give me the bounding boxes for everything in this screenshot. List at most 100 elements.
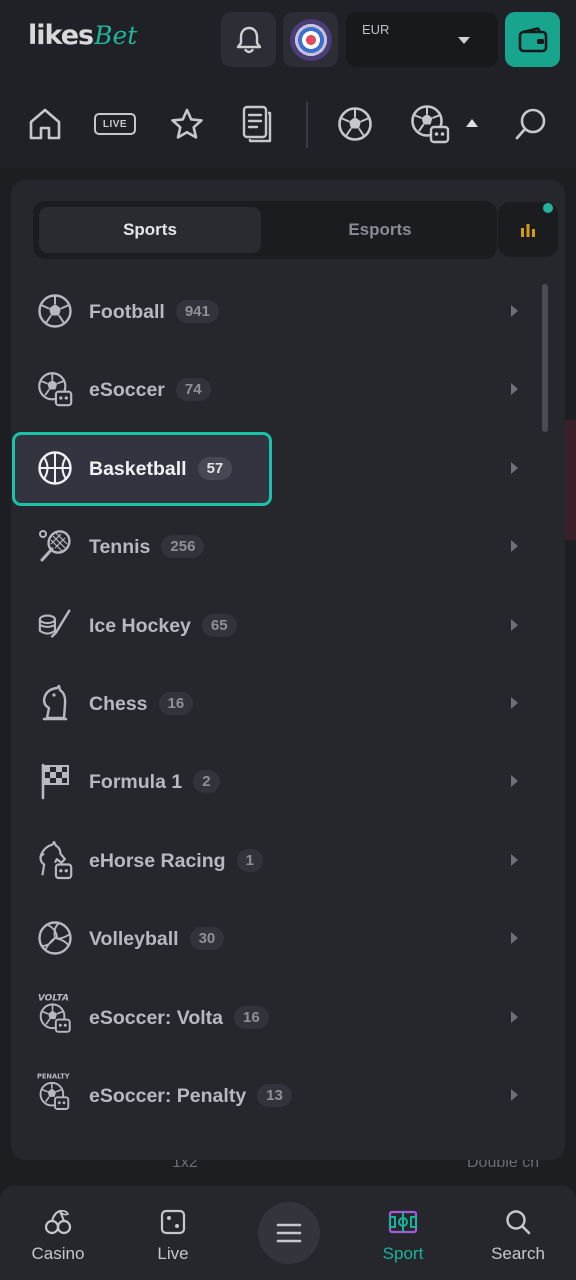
sports-dropdown-panel: Sports Esports Football 941 eSoccer 74 B… <box>11 180 565 1160</box>
home-icon <box>29 108 61 140</box>
sport-count: 16 <box>158 692 194 715</box>
chess-knight-icon <box>37 684 73 721</box>
sport-name: eSoccer: Penalty <box>89 1085 247 1107</box>
bottom-nav-label: Search <box>491 1244 545 1263</box>
esoccer-icon <box>37 371 73 407</box>
bottom-navigation: Casino Live Sport Search <box>0 1186 576 1280</box>
soccer-ball-icon <box>37 293 73 329</box>
bar-chart-icon <box>521 223 535 237</box>
notifications-button[interactable] <box>221 12 276 67</box>
bottom-nav-search[interactable]: Search <box>468 1206 568 1264</box>
sport-count: 941 <box>175 300 219 323</box>
nav-favorites[interactable] <box>166 104 208 144</box>
profile-avatar-button[interactable] <box>283 12 338 67</box>
live-icon-label: LIVE <box>102 118 128 130</box>
list-item-esoccer-penalty[interactable]: PENALTY eSoccer: Penalty 13 <box>11 1058 541 1132</box>
main-menu-button[interactable] <box>258 1202 320 1264</box>
sport-name: Chess <box>89 693 148 715</box>
nav-home[interactable] <box>24 104 66 144</box>
list-item-formula-1[interactable]: Formula 1 2 <box>11 744 541 818</box>
sport-name: Volleyball <box>89 928 179 950</box>
currency-select[interactable]: EUR <box>346 12 498 67</box>
chevron-up-icon[interactable] <box>466 119 478 127</box>
nav-football[interactable] <box>334 104 376 144</box>
app-root: likes Bet EUR LIVE 1x2 Double ch Sports … <box>0 0 576 1280</box>
sports-nav-row: LIVE <box>0 90 576 160</box>
basketball-icon <box>37 450 73 486</box>
bottom-nav-label: Sport <box>382 1244 424 1263</box>
live-icon: LIVE <box>94 113 136 135</box>
sport-name: Basketball <box>89 458 187 480</box>
checkered-flag-icon <box>37 763 73 800</box>
search-icon <box>468 1206 568 1238</box>
search-icon <box>515 108 546 140</box>
sport-name: Tennis <box>89 536 151 558</box>
sport-name: Ice Hockey <box>89 615 191 637</box>
background-event-strip <box>565 420 576 540</box>
soccer-ball-icon <box>338 107 372 141</box>
sport-count: 256 <box>161 535 205 558</box>
nav-divider <box>306 102 308 148</box>
wallet-button[interactable] <box>505 12 560 67</box>
chevron-down-icon <box>458 37 470 44</box>
list-item-esoccer[interactable]: eSoccer 74 <box>11 352 541 426</box>
tab-sports[interactable]: Sports <box>39 207 261 253</box>
chevron-right-icon <box>511 540 518 552</box>
list-item-football[interactable]: Football 941 <box>11 274 541 348</box>
nav-search[interactable] <box>510 104 552 144</box>
esoccer-icon <box>411 105 450 144</box>
sport-count: 65 <box>201 614 237 637</box>
list-item-tennis[interactable]: Tennis 256 <box>11 509 541 583</box>
currency-code: EUR <box>362 22 390 37</box>
status-dot <box>543 203 553 213</box>
list-item-volleyball[interactable]: Volleyball 30 <box>11 901 541 975</box>
top-header: likes Bet EUR LIVE <box>0 0 576 168</box>
ice-hockey-icon <box>37 607 73 643</box>
bottom-nav-label: Casino <box>31 1244 85 1263</box>
chevron-right-icon <box>511 305 518 317</box>
chevron-right-icon <box>511 462 518 474</box>
sport-count: 57 <box>197 457 233 480</box>
wallet-icon <box>518 26 547 52</box>
sport-count: 30 <box>189 927 225 950</box>
nav-betslip[interactable] <box>236 104 278 144</box>
sport-name: Football <box>89 301 165 323</box>
star-icon <box>171 108 203 139</box>
chevron-right-icon <box>511 932 518 944</box>
sport-count: 13 <box>257 1084 292 1107</box>
betslip-icon <box>242 105 272 143</box>
tab-sports-label: Sports <box>123 220 177 239</box>
tennis-racket-icon <box>37 528 73 564</box>
list-item-ehorse-racing[interactable]: eHorse Racing 1 <box>11 823 541 897</box>
tab-esports[interactable]: Esports <box>269 207 491 253</box>
scrollbar[interactable] <box>542 284 548 432</box>
bottom-nav-live[interactable]: Live <box>123 1206 223 1264</box>
nav-esoccer[interactable] <box>408 104 452 144</box>
bottom-nav-casino[interactable]: Casino <box>8 1206 108 1264</box>
nav-live[interactable]: LIVE <box>92 104 138 144</box>
list-item-chess[interactable]: Chess 16 <box>11 666 541 740</box>
dice-icon <box>123 1206 223 1238</box>
list-item-esoccer-volta[interactable]: VOLTA eSoccer: Volta 16 <box>11 980 541 1054</box>
list-item-basketball[interactable]: Basketball 57 <box>11 431 541 506</box>
bell-icon <box>236 26 261 53</box>
logo-main-text: likes <box>28 20 94 51</box>
sport-count: 16 <box>234 1006 269 1029</box>
esoccer-volta-icon: VOLTA <box>37 988 73 1038</box>
sport-count: 1 <box>236 849 263 872</box>
ehorse-icon <box>37 840 73 880</box>
chevron-right-icon <box>511 383 518 395</box>
chevron-right-icon <box>511 1089 518 1101</box>
list-item-ice-hockey[interactable]: Ice Hockey 65 <box>11 588 541 662</box>
logo[interactable]: likes Bet <box>28 20 137 56</box>
sport-name: eSoccer: Volta <box>89 1007 224 1029</box>
bottom-nav-sport[interactable]: Sport <box>353 1206 453 1264</box>
bottom-nav-label: Live <box>157 1244 189 1263</box>
chevron-right-icon <box>511 619 518 631</box>
cherries-icon <box>8 1206 108 1238</box>
sport-name: eSoccer <box>89 379 165 401</box>
volleyball-icon <box>37 920 73 956</box>
sport-count: 2 <box>193 770 220 793</box>
chevron-right-icon <box>511 1011 518 1023</box>
sport-field-icon <box>353 1206 453 1238</box>
